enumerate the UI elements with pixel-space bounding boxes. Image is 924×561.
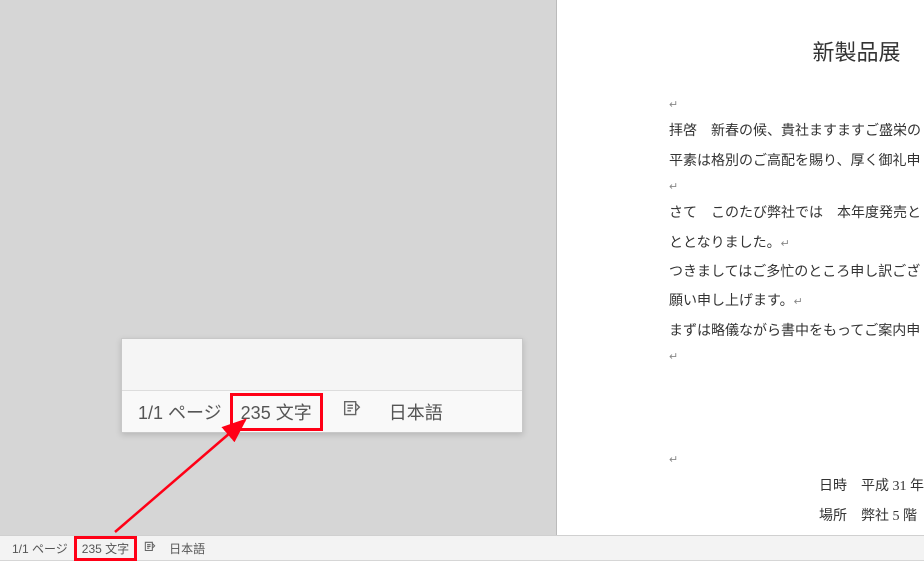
- document-page[interactable]: 新製品展 ↵ 拝啓 新春の候、貴社ますますご盛栄の 平素は格別のご高配を賜り、厚…: [556, 0, 924, 535]
- paragraph-mark: ↵: [669, 449, 924, 472]
- language-button[interactable]: 日本語: [163, 540, 211, 557]
- zoomed-page-info[interactable]: 1/1 ページ: [130, 399, 230, 425]
- word-count-button[interactable]: 235 文字: [82, 542, 129, 556]
- doc-line: 平素は格別のご高配を賜り、厚く御礼申: [669, 147, 924, 176]
- doc-line: まずは略儀ながら書中をもってご案内申: [669, 317, 924, 346]
- page-info-button[interactable]: 1/1 ページ: [6, 540, 74, 557]
- proofing-icon[interactable]: [137, 540, 163, 557]
- word-count-highlight: 235 文字: [74, 536, 137, 561]
- zoomed-word-count-highlight: 235 文字: [230, 393, 323, 431]
- doc-line: さて このたび弊社では 本年度発売と: [669, 199, 924, 228]
- doc-line: 拝啓 新春の候、貴社ますますご盛栄の: [669, 117, 924, 146]
- doc-line: ととなりました。↵: [669, 229, 924, 258]
- paragraph-mark: ↵: [669, 176, 924, 199]
- doc-line: つきましてはご多忙のところ申し訳ござ: [669, 258, 924, 287]
- paragraph-mark: ↵: [669, 94, 924, 117]
- zoomed-language[interactable]: 日本語: [381, 399, 451, 425]
- zoomed-status-bar: 1/1 ページ 235 文字 日本語: [122, 390, 522, 432]
- zoomed-status-callout: 1/1 ページ 235 文字 日本語: [121, 338, 523, 433]
- proofing-icon[interactable]: [333, 398, 371, 425]
- left-gray-panel: 1/1 ページ 235 文字 日本語: [0, 0, 556, 535]
- doc-place-line: 場所 弊社 5 階: [819, 502, 924, 531]
- status-bar: 1/1 ページ 235 文字 日本語: [0, 535, 924, 560]
- zoomed-word-count[interactable]: 235 文字: [241, 403, 312, 423]
- paragraph-mark: ↵: [669, 346, 924, 369]
- doc-line: 願い申し上げます。↵: [669, 287, 924, 316]
- document-title: 新製品展: [569, 30, 924, 76]
- main-area: 1/1 ページ 235 文字 日本語: [0, 0, 924, 535]
- doc-date-line: 日時 平成 31 年: [819, 472, 924, 501]
